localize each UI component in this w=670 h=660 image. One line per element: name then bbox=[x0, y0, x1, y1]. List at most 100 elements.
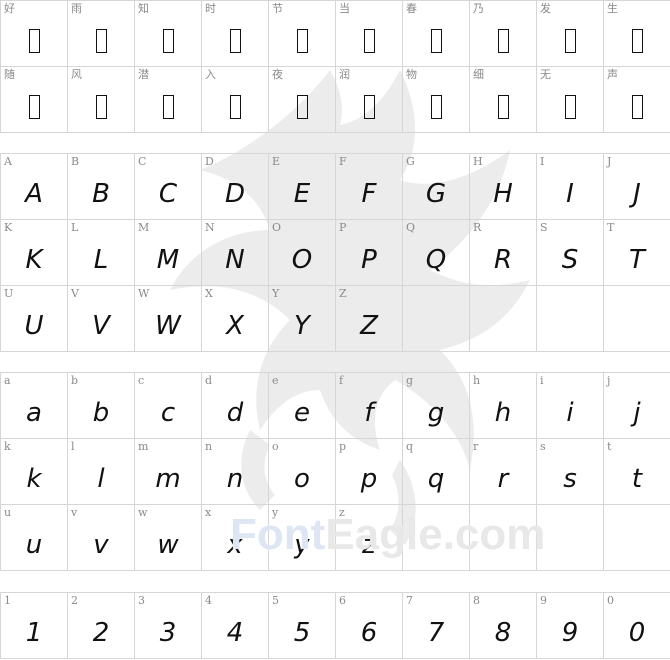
glyph-cell-label: Z bbox=[339, 287, 347, 300]
glyph-cell-label: V bbox=[71, 287, 79, 300]
glyph-cell-label: 夜 bbox=[272, 68, 283, 81]
glyph-sample: D bbox=[224, 178, 246, 209]
digits-glyph-table: 11223344556677889900 bbox=[0, 592, 670, 659]
tofu-box-icon bbox=[296, 94, 308, 119]
glyph-sample: O bbox=[291, 244, 313, 275]
glyph-cell-label: X bbox=[205, 287, 213, 300]
tofu-box-icon bbox=[95, 28, 107, 53]
glyph-sample: B bbox=[92, 178, 110, 209]
glyph-cell: MM bbox=[134, 219, 202, 286]
glyph-sample: 2 bbox=[92, 617, 110, 648]
glyph-cell: II bbox=[536, 153, 604, 220]
missing-glyph-box bbox=[470, 81, 536, 132]
glyph-cell-label: 风 bbox=[71, 68, 82, 81]
tofu-box-icon bbox=[564, 94, 576, 119]
glyph-cell: NN bbox=[201, 219, 269, 286]
glyph-cell: TT bbox=[603, 219, 670, 286]
glyph-sample: p bbox=[360, 463, 378, 494]
glyph-sample: 5 bbox=[293, 617, 311, 648]
glyph-sample: K bbox=[25, 244, 43, 275]
glyph-cell: dd bbox=[201, 372, 269, 439]
glyph-cell-label: M bbox=[138, 221, 150, 234]
glyph-cell: yy bbox=[268, 504, 336, 571]
glyph-cell-label: S bbox=[540, 221, 548, 234]
glyph-sample: F bbox=[361, 178, 377, 209]
glyph-cell: 44 bbox=[201, 592, 269, 659]
glyph-sample: W bbox=[155, 310, 181, 341]
glyph-cell: UU bbox=[0, 285, 68, 352]
missing-glyph-box bbox=[202, 15, 268, 66]
glyph-sample: h bbox=[494, 397, 512, 428]
glyph-cell: 入 bbox=[201, 66, 269, 133]
glyph-cell-label: 1 bbox=[4, 594, 11, 607]
glyph-sample: e bbox=[294, 397, 310, 428]
glyph-cell-label: 无 bbox=[540, 68, 551, 81]
glyph-cell-label: f bbox=[339, 374, 344, 387]
glyph-sample: i bbox=[566, 397, 574, 428]
glyph-cell: 春 bbox=[402, 0, 470, 67]
glyph-cell: 11 bbox=[0, 592, 68, 659]
glyph-sample: t bbox=[631, 463, 643, 494]
tofu-box-icon bbox=[229, 94, 241, 119]
glyph-cell: ii bbox=[536, 372, 604, 439]
glyph-cell: 时 bbox=[201, 0, 269, 67]
glyph-cell: AA bbox=[0, 153, 68, 220]
missing-glyph-box bbox=[604, 81, 670, 132]
glyph-cell-label: 4 bbox=[205, 594, 212, 607]
glyph-row: 随风潜入夜润物细无声 bbox=[0, 66, 670, 133]
glyph-cell: jj bbox=[603, 372, 670, 439]
missing-glyph-box bbox=[202, 81, 268, 132]
glyph-cell: 乃 bbox=[469, 0, 537, 67]
glyph-cell: hh bbox=[469, 372, 537, 439]
glyph-sample: g bbox=[427, 397, 445, 428]
tofu-box-icon bbox=[28, 28, 40, 53]
glyph-cell-label: w bbox=[138, 506, 148, 519]
glyph-cell-label: v bbox=[71, 506, 78, 519]
glyph-cell: FF bbox=[335, 153, 403, 220]
glyph-row: KKLLMMNNOOPPQQRRSSTT bbox=[0, 219, 670, 286]
glyph-cell: 夜 bbox=[268, 66, 336, 133]
missing-glyph-box bbox=[1, 81, 67, 132]
glyph-cell-label: N bbox=[205, 221, 215, 234]
glyph-cell: ZZ bbox=[335, 285, 403, 352]
glyph-sample: G bbox=[425, 178, 447, 209]
glyph-cell-label: F bbox=[339, 155, 347, 168]
glyph-cell-label: a bbox=[4, 374, 11, 387]
glyph-cell-label: P bbox=[339, 221, 347, 234]
glyph-cell-label: q bbox=[406, 440, 414, 453]
glyph-cell-label: 知 bbox=[138, 2, 149, 15]
missing-glyph-box bbox=[403, 15, 469, 66]
glyph-row: AABBCCDDEEFFGGHHIIJJ bbox=[0, 153, 670, 220]
glyph-cell-label: 3 bbox=[138, 594, 145, 607]
glyph-cell: PP bbox=[335, 219, 403, 286]
missing-glyph-box bbox=[537, 15, 603, 66]
glyph-cell bbox=[469, 504, 537, 571]
missing-glyph-box bbox=[68, 81, 134, 132]
glyph-cell-label: T bbox=[607, 221, 615, 234]
glyph-cell-label: 发 bbox=[540, 2, 551, 15]
glyph-cell-label: n bbox=[205, 440, 213, 453]
glyph-row: UUVVWWXXYYZZ bbox=[0, 285, 670, 352]
tofu-box-icon bbox=[363, 94, 375, 119]
glyph-cell: nn bbox=[201, 438, 269, 505]
glyph-sample: x bbox=[227, 529, 243, 560]
missing-glyph-box bbox=[403, 81, 469, 132]
missing-glyph-box bbox=[470, 15, 536, 66]
glyph-sample: 4 bbox=[226, 617, 244, 648]
glyph-cell-label: y bbox=[272, 506, 279, 519]
glyph-sample: H bbox=[493, 178, 513, 209]
glyph-sample: f bbox=[364, 397, 374, 428]
glyph-cell-label: 潜 bbox=[138, 68, 149, 81]
tofu-box-icon bbox=[631, 28, 643, 53]
glyph-sample: l bbox=[97, 463, 105, 494]
glyph-cell: RR bbox=[469, 219, 537, 286]
glyph-cell-label: 9 bbox=[540, 594, 547, 607]
glyph-sample: Z bbox=[360, 310, 378, 341]
tofu-box-icon bbox=[497, 94, 509, 119]
glyph-cell: JJ bbox=[603, 153, 670, 220]
glyph-sample: a bbox=[26, 397, 42, 428]
glyph-sample: u bbox=[25, 529, 43, 560]
glyph-cell-label: 5 bbox=[272, 594, 279, 607]
glyph-cell: tt bbox=[603, 438, 670, 505]
glyph-cell: 物 bbox=[402, 66, 470, 133]
